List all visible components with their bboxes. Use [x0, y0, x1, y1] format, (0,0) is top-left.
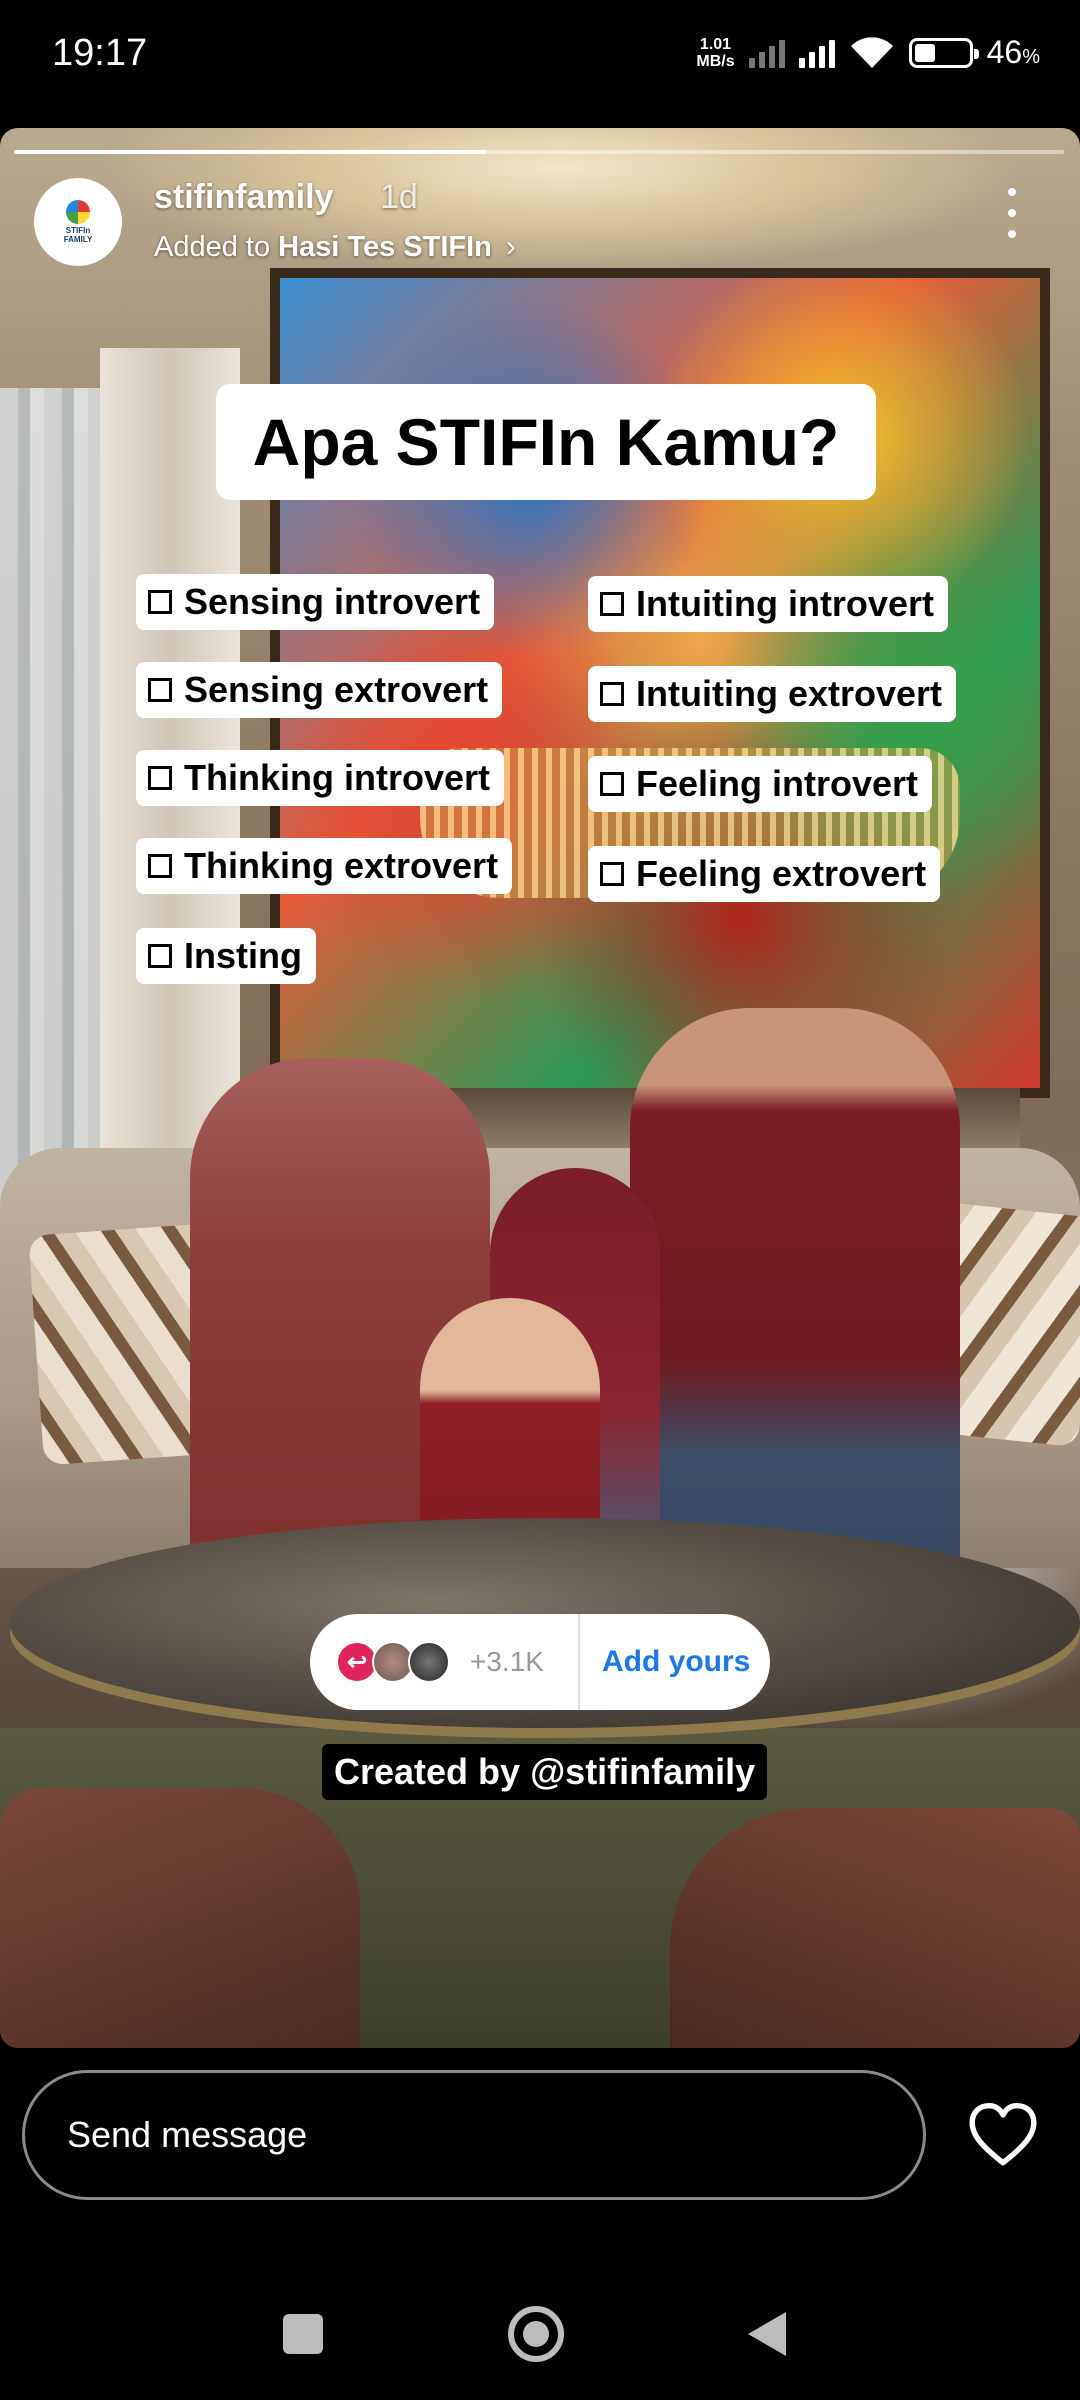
- option-insting: Insting: [136, 928, 316, 984]
- highlight-name: Hasi Tes STIFIn: [278, 230, 492, 263]
- network-speed: 1.01 MB/s: [696, 36, 734, 70]
- checkbox-icon: [148, 678, 172, 702]
- checkbox-icon: [600, 592, 624, 616]
- battery-percent: 46%: [986, 34, 1040, 70]
- option-intuiting-extrovert: Intuiting extrovert: [588, 666, 957, 722]
- stifin-logo-icon: [66, 200, 90, 224]
- option-thinking-extrovert: Thinking extrovert: [136, 838, 513, 894]
- option-intuiting-introvert: Intuiting introvert: [588, 576, 948, 632]
- story-viewer[interactable]: STIFIn FAMILY stifinfamily 1d Added to Ha…: [0, 128, 1080, 2048]
- system-nav-bar: [0, 2260, 1080, 2400]
- more-options-icon[interactable]: [1002, 188, 1022, 238]
- story-username[interactable]: stifinfamily: [154, 178, 333, 217]
- photo-chair-right: [670, 1808, 1080, 2048]
- add-yours-button[interactable]: Add yours: [580, 1645, 750, 1679]
- option-sensing-extrovert: Sensing extrovert: [136, 662, 503, 718]
- network-speed-value: 1.01: [699, 35, 732, 53]
- option-sensing-introvert: Sensing introvert: [136, 574, 495, 630]
- add-yours-count: +3.1K: [470, 1646, 544, 1677]
- checkbox-icon: [600, 862, 624, 886]
- status-icons: 1.01 MB/s 46%: [696, 34, 1040, 71]
- signal-sim2-icon: [798, 38, 835, 68]
- status-time: 19:17: [52, 32, 148, 74]
- story-header: STIFIn FAMILY stifinfamily 1d Added to Ha…: [34, 178, 1060, 278]
- story-progress-bar: [14, 150, 1064, 154]
- network-speed-unit: MB/s: [696, 52, 735, 70]
- checkbox-icon: [148, 944, 172, 968]
- heart-icon[interactable]: [966, 2098, 1040, 2172]
- checkbox-icon: [600, 772, 624, 796]
- home-icon[interactable]: [508, 2306, 564, 2362]
- checkbox-icon: [148, 854, 172, 878]
- checkbox-icon: [148, 766, 172, 790]
- checkbox-icon: [600, 682, 624, 706]
- add-yours-sticker[interactable]: ↩ +3.1K Add yours: [310, 1614, 770, 1710]
- checkbox-icon: [148, 590, 172, 614]
- added-to-label: Added to: [154, 230, 271, 263]
- created-by-label[interactable]: Created by @stifinfamily: [322, 1744, 768, 1800]
- battery-fill: [914, 43, 936, 62]
- send-message-input[interactable]: Send message: [22, 2070, 926, 2200]
- signal-sim1-icon: [748, 38, 785, 68]
- option-feeling-extrovert: Feeling extrovert: [588, 846, 941, 902]
- headline-sticker: Apa STIFIn Kamu?: [216, 384, 876, 500]
- option-feeling-introvert: Feeling introvert: [588, 756, 933, 812]
- option-thinking-introvert: Thinking introvert: [136, 750, 504, 806]
- send-message-placeholder: Send message: [67, 2114, 308, 2155]
- status-bar: 19:17 1.01 MB/s 46%: [0, 0, 1080, 110]
- avatar-label: STIFIn FAMILY: [63, 226, 93, 244]
- story-progress-fill: [14, 150, 487, 154]
- chevron-right-icon: ›: [505, 230, 516, 263]
- battery-icon: [908, 37, 979, 68]
- photo-chair-left: [0, 1788, 360, 2048]
- back-icon[interactable]: [748, 2312, 786, 2356]
- add-yours-participants[interactable]: ↩ +3.1K: [310, 1614, 580, 1710]
- avatar[interactable]: STIFIn FAMILY: [34, 178, 122, 266]
- highlight-link[interactable]: Added to Hasi Tes STIFIn ›: [154, 230, 516, 264]
- recents-icon[interactable]: [283, 2314, 323, 2354]
- participant-avatar: [408, 1641, 450, 1683]
- wifi-icon: [850, 36, 893, 68]
- story-time-ago: 1d: [380, 178, 418, 216]
